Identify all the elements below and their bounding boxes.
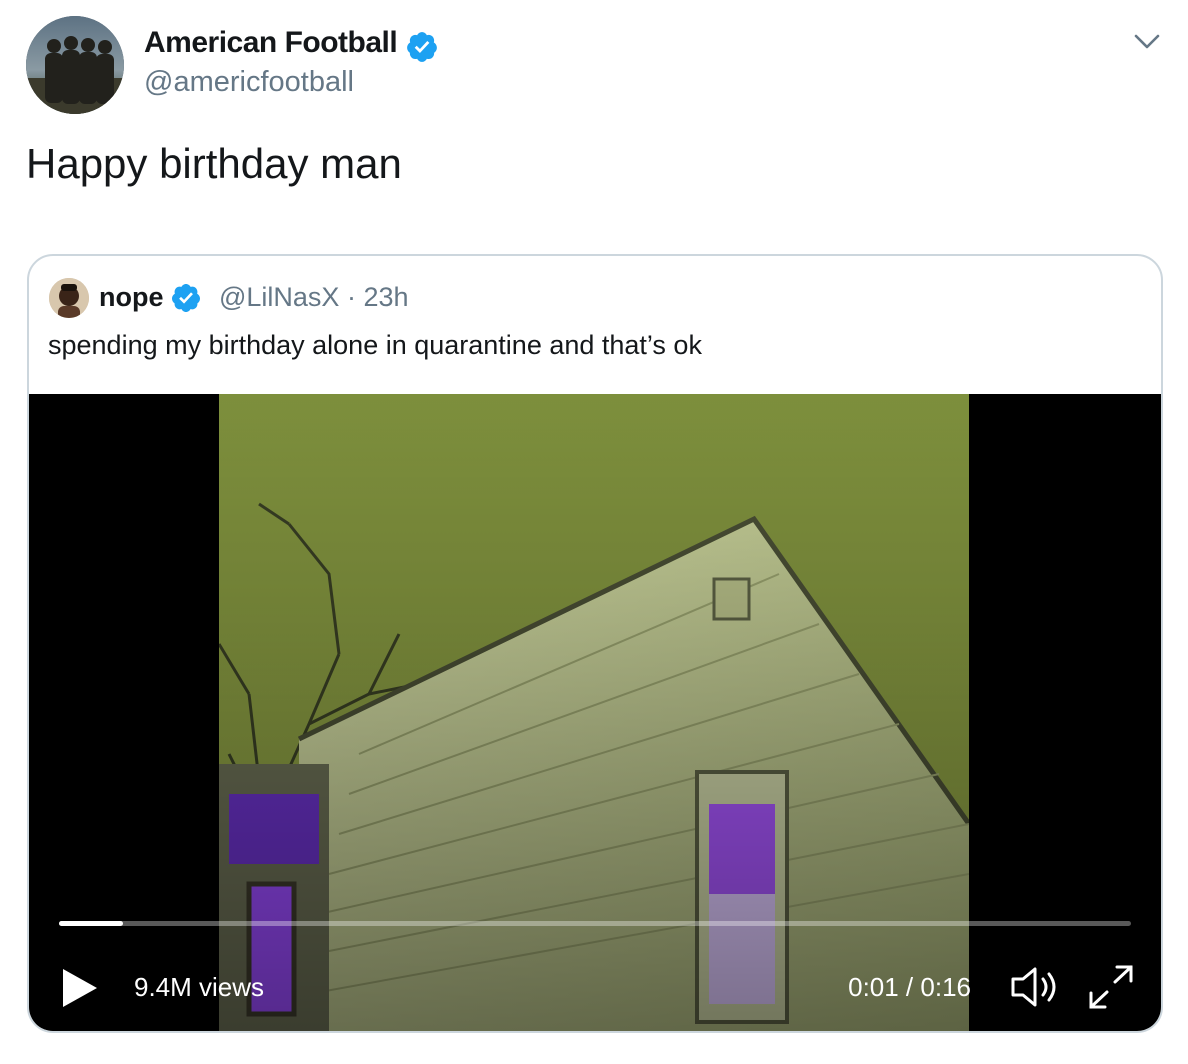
quoted-author-avatar[interactable] bbox=[49, 278, 89, 318]
quoted-tweet-card[interactable]: nope @LilNasX · 23h spending my birthday… bbox=[27, 254, 1163, 1033]
video-player[interactable]: 9.4M views 0:01 / 0:16 bbox=[29, 394, 1161, 1031]
quoted-author-handle[interactable]: @LilNasX bbox=[219, 282, 339, 312]
verified-badge-icon bbox=[172, 284, 200, 312]
video-progress-fill bbox=[59, 921, 124, 926]
video-time: 0:01 / 0:16 bbox=[848, 972, 971, 1002]
video-frame bbox=[219, 394, 969, 1031]
quoted-handle-and-time[interactable]: @LilNasX · 23h bbox=[219, 282, 409, 313]
quoted-author-display-name[interactable]: nope bbox=[99, 282, 164, 313]
chevron-down-icon[interactable] bbox=[1132, 30, 1162, 52]
verified-badge-icon bbox=[407, 32, 437, 62]
author-display-name[interactable]: American Football bbox=[144, 26, 398, 60]
video-view-count: 9.4M views bbox=[134, 972, 265, 1002]
fullscreen-icon[interactable] bbox=[1087, 964, 1135, 1010]
quoted-timestamp[interactable]: · 23h bbox=[347, 282, 409, 312]
volume-icon[interactable] bbox=[1009, 964, 1063, 1010]
author-avatar[interactable] bbox=[26, 16, 124, 114]
play-icon[interactable] bbox=[59, 966, 99, 1010]
author-handle[interactable]: @americfootball bbox=[144, 66, 354, 99]
video-progress-bar[interactable] bbox=[59, 921, 1131, 926]
tweet-text: Happy birthday man bbox=[26, 140, 402, 187]
quoted-tweet-text: spending my birthday alone in quarantine… bbox=[48, 330, 702, 360]
